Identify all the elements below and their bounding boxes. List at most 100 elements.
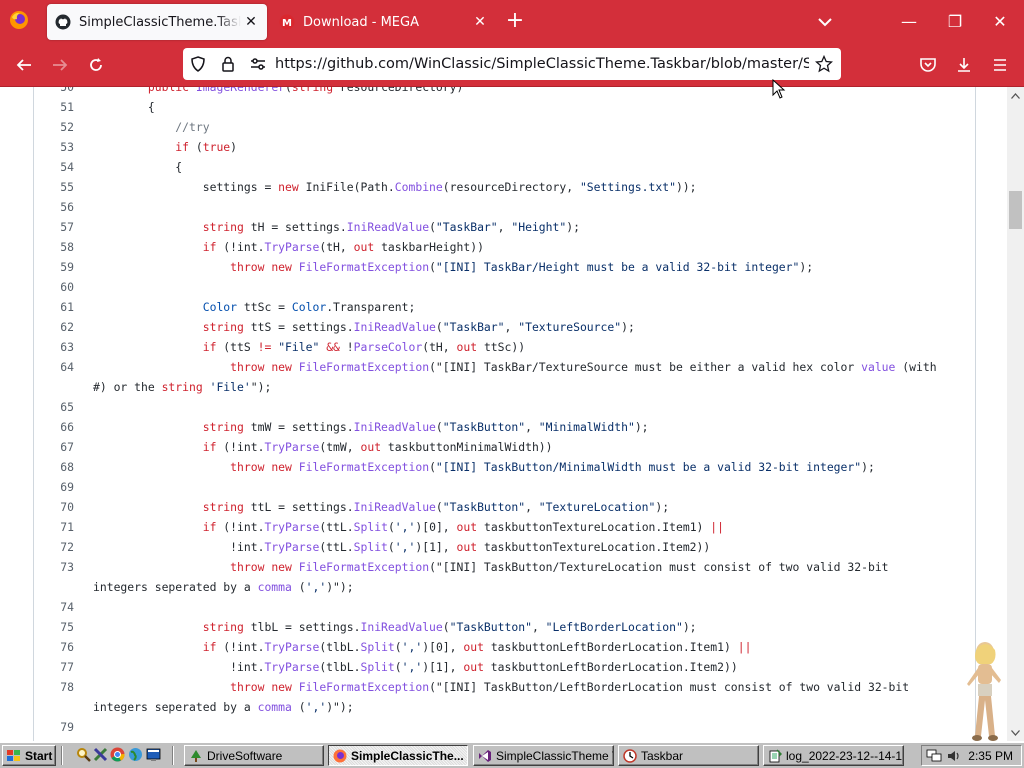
taskbar-app-icon bbox=[623, 748, 637, 763]
forward-button[interactable] bbox=[49, 54, 71, 76]
new-tab-button[interactable]: + bbox=[504, 10, 526, 34]
taskbar-button-label: SimpleClassicTheme T... bbox=[496, 748, 613, 763]
line-number[interactable]: 75 bbox=[34, 617, 74, 637]
code-line: 61 Color ttSc = Color.Transparent; bbox=[34, 297, 974, 317]
code-text: !int.TryParse(tlbL.Split(',')[1], out ta… bbox=[93, 660, 738, 674]
taskbar-button-firefox[interactable]: SimpleClassicThe... bbox=[328, 745, 468, 766]
pocket-button[interactable] bbox=[917, 54, 939, 76]
line-number[interactable]: 71 bbox=[34, 517, 74, 537]
hamburger-menu-icon bbox=[994, 59, 1006, 71]
line-number[interactable]: 58 bbox=[34, 237, 74, 257]
close-tab-icon[interactable]: ✕ bbox=[241, 14, 261, 30]
show-desktop-icon[interactable] bbox=[146, 747, 161, 762]
taskbar-button-visual-studio[interactable]: SimpleClassicTheme T... bbox=[473, 745, 614, 766]
code-text: throw new FileFormatException("[INI] Tas… bbox=[230, 260, 814, 274]
start-label: Start bbox=[25, 748, 53, 763]
line-number[interactable]: 76 bbox=[34, 637, 74, 657]
code-line: 57 string tH = settings.IniReadValue("Ta… bbox=[34, 217, 974, 237]
line-number[interactable]: 53 bbox=[34, 137, 74, 157]
line-number[interactable]: 59 bbox=[34, 257, 74, 277]
search-icon[interactable] bbox=[76, 747, 91, 762]
code-text: //try bbox=[175, 120, 210, 134]
line-number[interactable]: 64 bbox=[34, 357, 74, 377]
line-number[interactable]: 63 bbox=[34, 337, 74, 357]
scroll-up-button[interactable] bbox=[1007, 87, 1024, 104]
line-number[interactable]: 51 bbox=[34, 97, 74, 117]
code-line: 58 if (!int.TryParse(tH, out taskbarHeig… bbox=[34, 237, 974, 257]
bookmark-star-icon[interactable] bbox=[815, 55, 833, 73]
network-icon[interactable] bbox=[926, 749, 942, 763]
line-number[interactable]: 73 bbox=[34, 557, 74, 577]
code-line: 53 if (true) bbox=[34, 137, 974, 157]
code-text: if (!int.TryParse(tH, out taskbarHeight)… bbox=[202, 240, 484, 254]
line-number[interactable]: 78 bbox=[34, 677, 74, 697]
code-text: string tlbL = settings.IniReadValue("Tas… bbox=[202, 620, 697, 634]
line-number[interactable]: 66 bbox=[34, 417, 74, 437]
line-number[interactable]: 69 bbox=[34, 477, 74, 497]
taskbar-button-taskbar[interactable]: Taskbar bbox=[618, 745, 759, 766]
pocket-icon bbox=[920, 58, 936, 72]
code-text: Color ttSc = Color.Transparent; bbox=[202, 300, 416, 314]
tab-download-mega[interactable]: M Download - MEGA ✕ bbox=[271, 4, 496, 40]
line-number[interactable]: 50 bbox=[34, 87, 74, 97]
line-number[interactable]: 56 bbox=[34, 197, 74, 217]
code-line: 59 throw new FileFormatException("[INI] … bbox=[34, 257, 974, 277]
volume-icon[interactable] bbox=[946, 749, 962, 763]
code-line: 76 if (!int.TryParse(tlbL.Split(',')[0],… bbox=[34, 637, 974, 657]
address-bar[interactable]: https://github.com/WinClassic/SimpleClas… bbox=[183, 48, 841, 80]
code-text: if (!int.TryParse(tmW, out taskbuttonMin… bbox=[202, 440, 553, 454]
desktop-mascot-character bbox=[967, 642, 1001, 741]
line-number[interactable]: 62 bbox=[34, 317, 74, 337]
close-tab-icon[interactable]: ✕ bbox=[470, 14, 490, 30]
taskbar-button-label: SimpleClassicThe... bbox=[351, 748, 464, 763]
line-number[interactable]: 67 bbox=[34, 437, 74, 457]
permissions-icon[interactable] bbox=[249, 55, 267, 73]
firefox-menu-icon[interactable] bbox=[9, 10, 29, 30]
line-number[interactable]: 60 bbox=[34, 277, 74, 297]
code-text: public ImageRenderer(string resourceDire… bbox=[147, 87, 464, 94]
taskbar-button-label: DriveSoftware bbox=[207, 748, 283, 763]
downloads-button[interactable] bbox=[953, 54, 975, 76]
windows-taskbar: Start DriveSoftware SimpleClassicThe... … bbox=[0, 742, 1024, 768]
code-text: string tmW = settings.IniReadValue("Task… bbox=[202, 420, 649, 434]
scrollbar-thumb[interactable] bbox=[1009, 191, 1022, 229]
line-number[interactable]: 65 bbox=[34, 397, 74, 417]
minimize-window-button[interactable]: — bbox=[896, 10, 922, 34]
app-menu-button[interactable] bbox=[989, 54, 1011, 76]
code-line: 55 settings = new IniFile(Path.Combine(r… bbox=[34, 177, 974, 197]
tab-github-imagerenderer[interactable]: SimpleClassicTheme.Taskbar/ImageRenderer… bbox=[47, 4, 267, 40]
line-number[interactable]: 61 bbox=[34, 297, 74, 317]
line-number[interactable]: 57 bbox=[34, 217, 74, 237]
lock-icon[interactable] bbox=[219, 55, 237, 73]
line-number[interactable]: 70 bbox=[34, 497, 74, 517]
list-all-tabs-icon[interactable] bbox=[815, 12, 835, 32]
line-number[interactable]: 79 bbox=[34, 717, 74, 737]
network-globe-icon[interactable] bbox=[128, 747, 143, 762]
line-number[interactable]: 68 bbox=[34, 457, 74, 477]
taskbar-button-label: log_2022-23-12--14-1... bbox=[786, 748, 903, 763]
tools-icon[interactable] bbox=[93, 747, 108, 762]
line-number[interactable]: 74 bbox=[34, 597, 74, 617]
line-number[interactable]: 54 bbox=[34, 157, 74, 177]
line-number[interactable]: 77 bbox=[34, 657, 74, 677]
code-text: string ttS = settings.IniReadValue("Task… bbox=[202, 320, 635, 334]
restore-window-button[interactable]: ❐ bbox=[942, 10, 968, 34]
code-text: { bbox=[93, 160, 183, 174]
line-number[interactable]: 72 bbox=[34, 537, 74, 557]
code-text: { bbox=[93, 100, 155, 114]
tab-title: SimpleClassicTheme.Taskbar/ImageRenderer… bbox=[79, 14, 241, 30]
start-button[interactable]: Start bbox=[2, 745, 56, 766]
back-button[interactable] bbox=[13, 54, 35, 76]
line-number[interactable]: 52 bbox=[34, 117, 74, 137]
taskbar-button-log-file[interactable]: log_2022-23-12--14-1... bbox=[763, 745, 904, 766]
line-number[interactable]: 55 bbox=[34, 177, 74, 197]
chrome-icon[interactable] bbox=[110, 747, 125, 762]
code-text: throw new FileFormatException("[INI] Tas… bbox=[230, 460, 875, 474]
close-window-button[interactable]: ✕ bbox=[987, 10, 1013, 34]
reload-button[interactable] bbox=[85, 54, 107, 76]
taskbar-button-drivesoftware[interactable]: DriveSoftware bbox=[184, 745, 324, 766]
code-line: 67 if (!int.TryParse(tmW, out taskbutton… bbox=[34, 437, 974, 457]
code-line: 63 if (ttS != "File" && !ParseColor(tH, … bbox=[34, 337, 974, 357]
shield-icon[interactable] bbox=[189, 55, 207, 73]
code-line: 52 //try bbox=[34, 117, 974, 137]
